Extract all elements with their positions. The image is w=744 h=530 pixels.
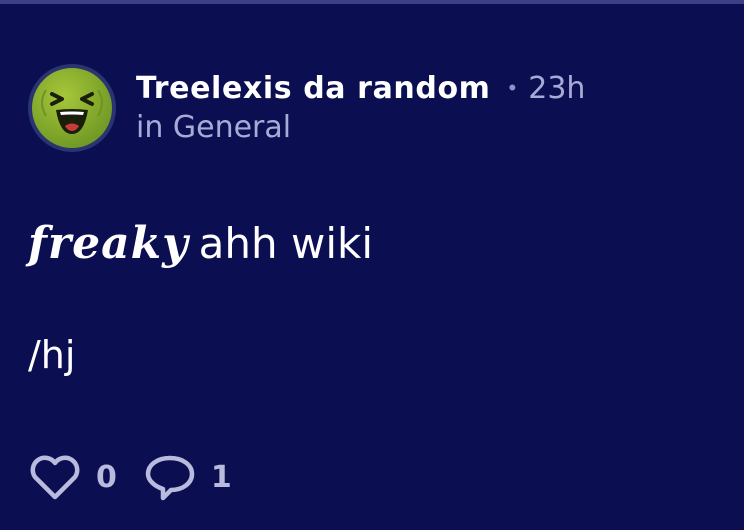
title-styled-word: 𝒇𝒓𝒆𝒂𝒌𝒚	[28, 218, 189, 269]
post-body: /hj	[28, 333, 76, 377]
like-count: 0	[96, 459, 117, 495]
avatar[interactable]	[28, 64, 116, 152]
meta-row: Treelexis da random • 23h	[136, 68, 585, 108]
meta-separator: •	[508, 75, 517, 100]
comment-button[interactable]: 1	[143, 452, 232, 502]
heart-icon	[30, 455, 80, 500]
post-time: 23h	[528, 70, 586, 106]
post-header: Treelexis da random • 23h in General	[28, 62, 585, 154]
post-meta: Treelexis da random • 23h in General	[136, 68, 585, 148]
laughing-face-icon	[41, 89, 103, 134]
author-name[interactable]: Treelexis da random	[136, 71, 491, 106]
post-title[interactable]: 𝒇𝒓𝒆𝒂𝒌𝒚 ahh wiki	[28, 216, 373, 272]
title-plain-text: ahh wiki	[198, 219, 374, 268]
like-button[interactable]: 0	[28, 452, 117, 502]
post-card[interactable]: Treelexis da random • 23h in General 𝒇𝒓𝒆…	[0, 4, 744, 530]
post-category[interactable]: in General	[136, 108, 585, 148]
speech-bubble-icon	[145, 455, 195, 501]
post-actions: 0 1	[28, 450, 232, 504]
comment-count: 1	[210, 459, 232, 495]
